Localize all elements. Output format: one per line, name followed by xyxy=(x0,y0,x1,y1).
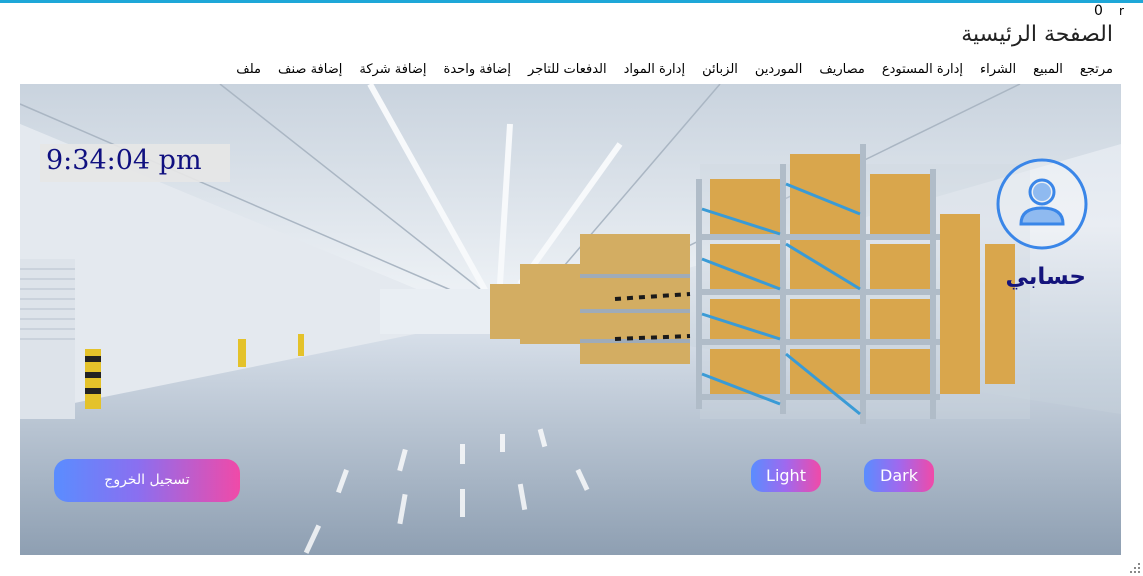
warehouse-hero-image: 9:34:04 pm حسابي تسجيل الخروج Light Dark xyxy=(20,84,1121,555)
menu-add-unit[interactable]: إضافة واحدة xyxy=(444,62,512,82)
menu-expenses[interactable]: مصاريف xyxy=(819,62,865,82)
menu-returns[interactable]: مرتجع xyxy=(1080,62,1113,82)
menu-add-company[interactable]: إضافة شركة xyxy=(359,62,426,82)
menu-suppliers[interactable]: الموردين xyxy=(755,62,802,82)
page-title: الصفحة الرئيسية xyxy=(961,22,1113,47)
user-avatar-icon[interactable] xyxy=(996,158,1088,250)
menu-customers[interactable]: الزبائن xyxy=(702,62,738,82)
menu-file[interactable]: ملف xyxy=(236,62,261,82)
clock-display: 9:34:04 pm xyxy=(40,144,230,182)
resize-grip-icon[interactable] xyxy=(1129,562,1141,574)
menu-merchant-payments[interactable]: الدفعات للتاجر xyxy=(528,62,607,82)
menu-sales[interactable]: المبيع xyxy=(1033,62,1063,82)
clock-time: 9:34:04 pm xyxy=(46,145,202,176)
menu-bar: ملف إضافة صنف إضافة شركة إضافة واحدة الد… xyxy=(236,62,1113,82)
window-top-accent xyxy=(0,0,1143,3)
menu-warehouse-management[interactable]: إدارة المستودع xyxy=(882,62,963,82)
window-corner-r: r xyxy=(1119,4,1124,18)
my-account-label[interactable]: حسابي xyxy=(1005,264,1086,290)
menu-add-item[interactable]: إضافة صنف xyxy=(278,62,342,82)
dark-theme-button[interactable]: Dark xyxy=(864,459,934,492)
logout-button[interactable]: تسجيل الخروج xyxy=(54,459,240,502)
window-corner-zero: 0 xyxy=(1094,3,1103,19)
user-avatar-svg xyxy=(996,158,1088,250)
light-theme-button[interactable]: Light xyxy=(751,459,821,492)
menu-purchase[interactable]: الشراء xyxy=(980,62,1016,82)
menu-materials-management[interactable]: إدارة المواد xyxy=(624,62,685,82)
